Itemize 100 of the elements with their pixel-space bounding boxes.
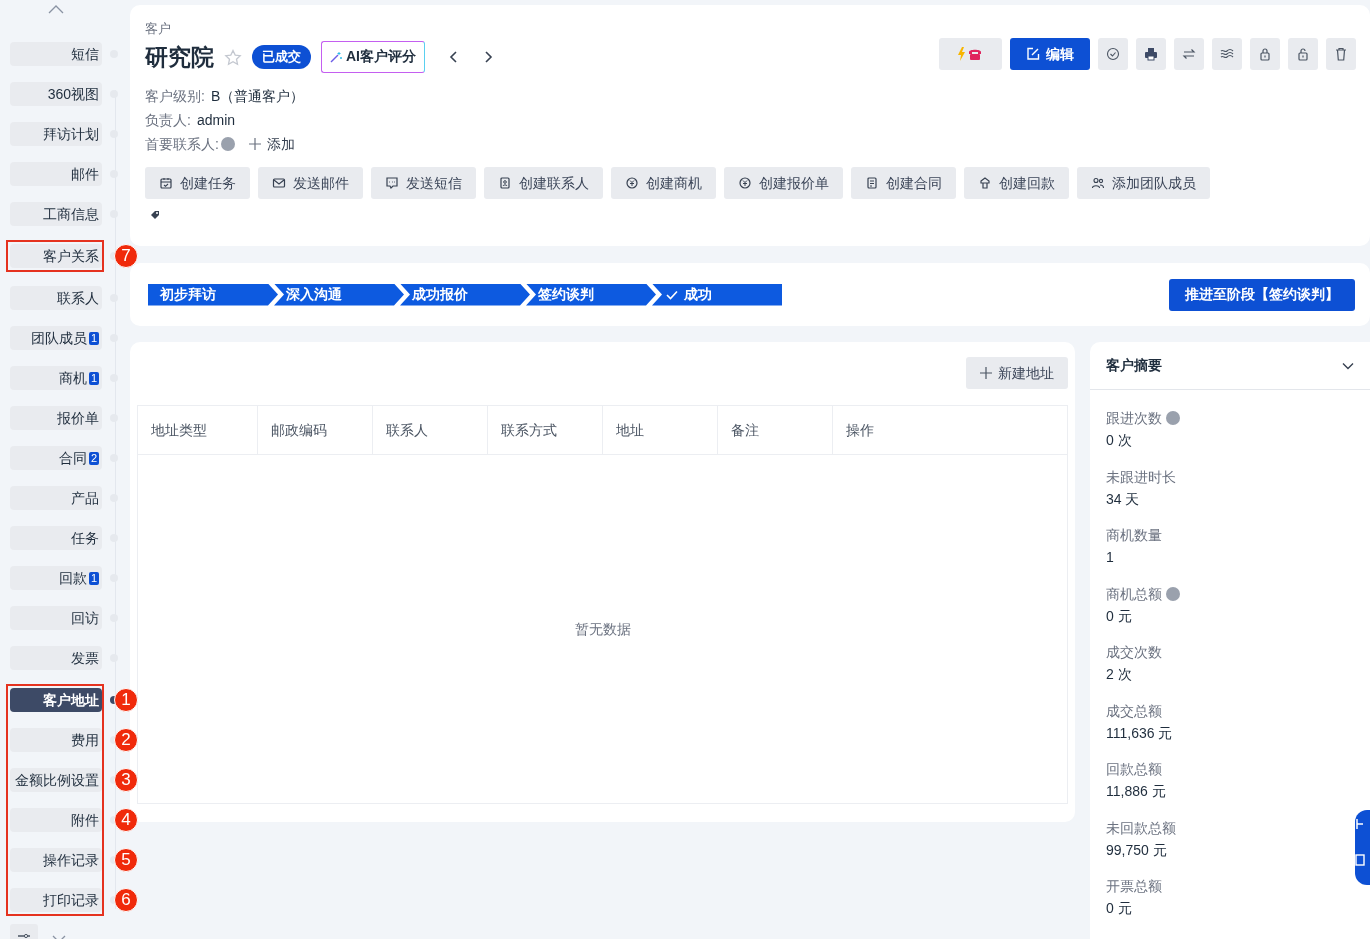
check-icon xyxy=(1106,47,1120,61)
sidebar-tab[interactable]: 工商信息 xyxy=(10,202,102,226)
edit-icon xyxy=(1026,47,1040,61)
sidebar-tab[interactable]: 商机 1 xyxy=(10,366,102,390)
action-button[interactable]: 创建联系人 xyxy=(484,167,603,199)
sidebar-tab[interactable]: 拜访计划 xyxy=(10,122,102,146)
callout-number: 1 xyxy=(114,688,138,712)
count-badge: 2 xyxy=(88,451,99,465)
unlock-button[interactable] xyxy=(1288,38,1318,70)
doc-icon xyxy=(865,176,879,190)
action-button[interactable]: 添加团队成员 xyxy=(1077,167,1210,199)
sidebar-tab[interactable]: 附件 xyxy=(10,808,102,832)
summary-value: 34 天 xyxy=(1106,489,1141,509)
sidebar-tab[interactable]: 回款 1 xyxy=(10,566,102,590)
sidebar-tab[interactable]: 360视图 xyxy=(10,82,102,106)
action-button[interactable]: 创建商机 xyxy=(611,167,716,199)
sidebar-tab[interactable]: 任务 xyxy=(10,526,102,550)
stage-step[interactable]: 成功 xyxy=(652,283,782,306)
edit-button[interactable]: 编辑 xyxy=(1010,38,1090,70)
add-link[interactable]: 添加 xyxy=(248,133,295,155)
stage-step[interactable]: 签约谈判 xyxy=(526,283,656,306)
print-button[interactable] xyxy=(1136,38,1166,70)
lock-button[interactable] xyxy=(1250,38,1280,70)
new-address-button[interactable]: 新建地址 xyxy=(966,357,1068,389)
delete-button[interactable] xyxy=(1326,38,1356,70)
summary-value: 0 次 xyxy=(1106,431,1133,450)
floating-tools-tab[interactable] xyxy=(1355,810,1370,885)
summary-label: 开票总额 xyxy=(1106,877,1162,896)
waves-button[interactable] xyxy=(1212,38,1242,70)
action-button[interactable]: 创建报价单 xyxy=(724,167,843,199)
lock-icon xyxy=(1258,47,1272,61)
contact-icon xyxy=(498,176,512,190)
stage-step[interactable]: 成功报价 xyxy=(400,283,530,306)
action-button[interactable]: 发送邮件 xyxy=(258,167,363,199)
waves-icon xyxy=(1220,47,1234,61)
column-header: 邮政编码 xyxy=(258,406,373,454)
stage-step[interactable]: 初步拜访 xyxy=(148,283,278,306)
customer-name: 研究院 xyxy=(145,42,214,72)
action-button[interactable]: 创建合同 xyxy=(851,167,956,199)
sidebar-tab[interactable]: 团队成员 1 xyxy=(10,326,102,350)
star-icon[interactable] xyxy=(224,48,242,67)
task-icon xyxy=(159,176,173,190)
coin-icon xyxy=(625,176,639,190)
summary-label: 成交总额 xyxy=(1106,701,1162,721)
sidebar-tab[interactable]: 发票 xyxy=(10,646,102,670)
status-badge: 已成交 xyxy=(252,45,311,69)
sidebar-tab[interactable]: 合同 2 xyxy=(10,446,102,470)
print-icon xyxy=(1144,47,1158,61)
callout-number: 3 xyxy=(114,768,138,792)
count-badge: 1 xyxy=(88,331,99,345)
sidebar-tab[interactable]: 产品 xyxy=(10,486,102,510)
summary-label: 商机数量 xyxy=(1106,526,1162,545)
summary-label: 回款总额 xyxy=(1106,760,1162,779)
summary-value: 0 元 xyxy=(1106,606,1133,626)
summary-title: 客户摘要 xyxy=(1106,356,1162,375)
coin-icon xyxy=(738,176,752,190)
check-button[interactable] xyxy=(1098,38,1128,70)
sidebar-tab[interactable]: 打印记录 xyxy=(10,888,102,912)
transfer-icon xyxy=(1182,47,1196,61)
chevron-down-icon[interactable] xyxy=(1342,361,1354,370)
sidebar-tab[interactable]: 操作记录 xyxy=(10,848,102,872)
action-button[interactable]: 发送短信 xyxy=(371,167,476,199)
summary-label: 商机总额 xyxy=(1106,584,1162,604)
summary-value: 0 元 xyxy=(1106,899,1133,918)
field-label: 负责人: xyxy=(145,110,191,130)
sidebar-tab[interactable]: 费用 xyxy=(10,728,102,752)
sidebar-tab[interactable]: 客户关系 xyxy=(10,244,102,268)
action-button[interactable]: 创建任务 xyxy=(145,167,250,199)
callout-number: 2 xyxy=(114,728,138,752)
ai-score-button[interactable]: AI客户评分 xyxy=(321,40,425,73)
delete-icon xyxy=(1334,47,1348,61)
advance-stage-button[interactable]: 推进至阶段【签约谈判】 xyxy=(1169,278,1355,311)
summary-value: 1 xyxy=(1106,548,1115,567)
tag-icon[interactable] xyxy=(150,210,160,221)
column-header: 操作 xyxy=(845,420,875,440)
sidebar-tab[interactable]: 邮件 xyxy=(10,162,102,186)
callout-number: 5 xyxy=(114,848,138,872)
sms-icon xyxy=(385,176,399,190)
action-button[interactable]: 创建回款 xyxy=(964,167,1069,199)
count-badge: 1 xyxy=(88,571,99,585)
field-value: B（普通客户） xyxy=(210,86,305,106)
column-header: 地址类型 xyxy=(138,406,258,454)
sidebar-tab[interactable]: 报价单 xyxy=(10,406,102,430)
column-header: 联系方式 xyxy=(488,406,603,454)
stage-step[interactable]: 深入沟通 xyxy=(274,283,404,306)
sidebar-tab[interactable]: 金额比例设置 xyxy=(10,768,102,792)
call-button[interactable] xyxy=(939,38,1002,70)
chevron-up-icon[interactable] xyxy=(48,4,64,14)
summary-label: 跟进次数 xyxy=(1106,409,1162,428)
empty-message: 暂无数据 xyxy=(574,619,631,639)
field-label: 首要联系人: xyxy=(145,134,219,154)
sidebar-tab[interactable]: 短信 xyxy=(10,42,102,66)
summary-value: 111,636 元 xyxy=(1106,723,1174,743)
sidebar-tab[interactable]: 联系人 xyxy=(10,286,102,310)
sidebar-tab[interactable]: 客户地址 xyxy=(10,688,102,712)
sidebar-tab[interactable]: 回访 xyxy=(10,606,102,630)
transfer-button[interactable] xyxy=(1174,38,1204,70)
summary-label: 成交次数 xyxy=(1106,643,1162,662)
form-icon xyxy=(1355,854,1365,866)
column-header: 备注 xyxy=(718,406,833,454)
